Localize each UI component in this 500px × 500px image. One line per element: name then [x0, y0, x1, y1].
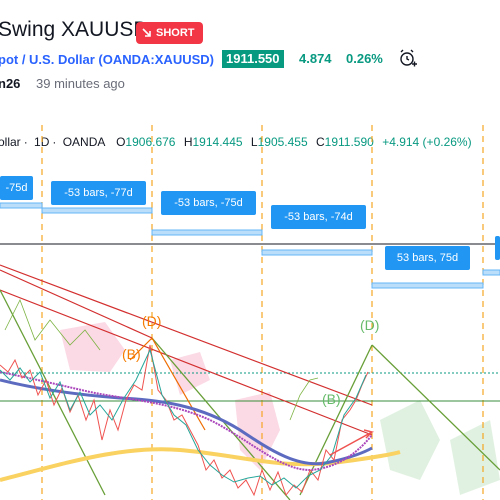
- last-price: 1911.550: [222, 50, 284, 68]
- symbol-code[interactable]: OANDA:XAUUSD: [103, 52, 210, 67]
- posted-time: 39 minutes ago: [36, 76, 125, 91]
- arrow-down-right-icon: [142, 28, 151, 37]
- range-label[interactable]: 53 bars, 75d: [385, 246, 470, 270]
- wave-label-b-orange: (B): [122, 346, 141, 362]
- wave-label-d-orange: (D): [142, 313, 161, 329]
- wave-label-b-green: (B): [322, 391, 341, 407]
- symbol-line[interactable]: pot / U.S. Dollar (OANDA:XAUUSD): [0, 52, 214, 67]
- price-change: 4.874: [299, 51, 332, 66]
- wave-label-d-green: (D): [360, 317, 379, 333]
- symbol-description[interactable]: pot / U.S. Dollar: [0, 52, 95, 67]
- alarm-clock-add-icon[interactable]: [398, 48, 418, 68]
- range-label[interactable]: -53 bars, -74d: [271, 205, 366, 229]
- price-change-percent: 0.26%: [346, 51, 383, 66]
- moving-averages: [0, 371, 401, 482]
- range-label[interactable]: -75d: [0, 176, 33, 200]
- short-badge-label: SHORT: [156, 27, 195, 39]
- range-label[interactable]: -53 bars, -77d: [51, 181, 146, 205]
- range-label[interactable]: -53 bars, -75d: [161, 191, 256, 215]
- price-chart[interactable]: (D) (B) (D) (B): [0, 120, 500, 500]
- idea-header: Swing XAUUSD SHORT pot / U.S. Dollar (OA…: [0, 0, 500, 120]
- author-name[interactable]: n26: [0, 76, 20, 91]
- idea-title: Swing XAUUSD: [0, 18, 149, 41]
- range-label-edge[interactable]: [495, 236, 500, 260]
- short-badge: SHORT: [136, 22, 203, 44]
